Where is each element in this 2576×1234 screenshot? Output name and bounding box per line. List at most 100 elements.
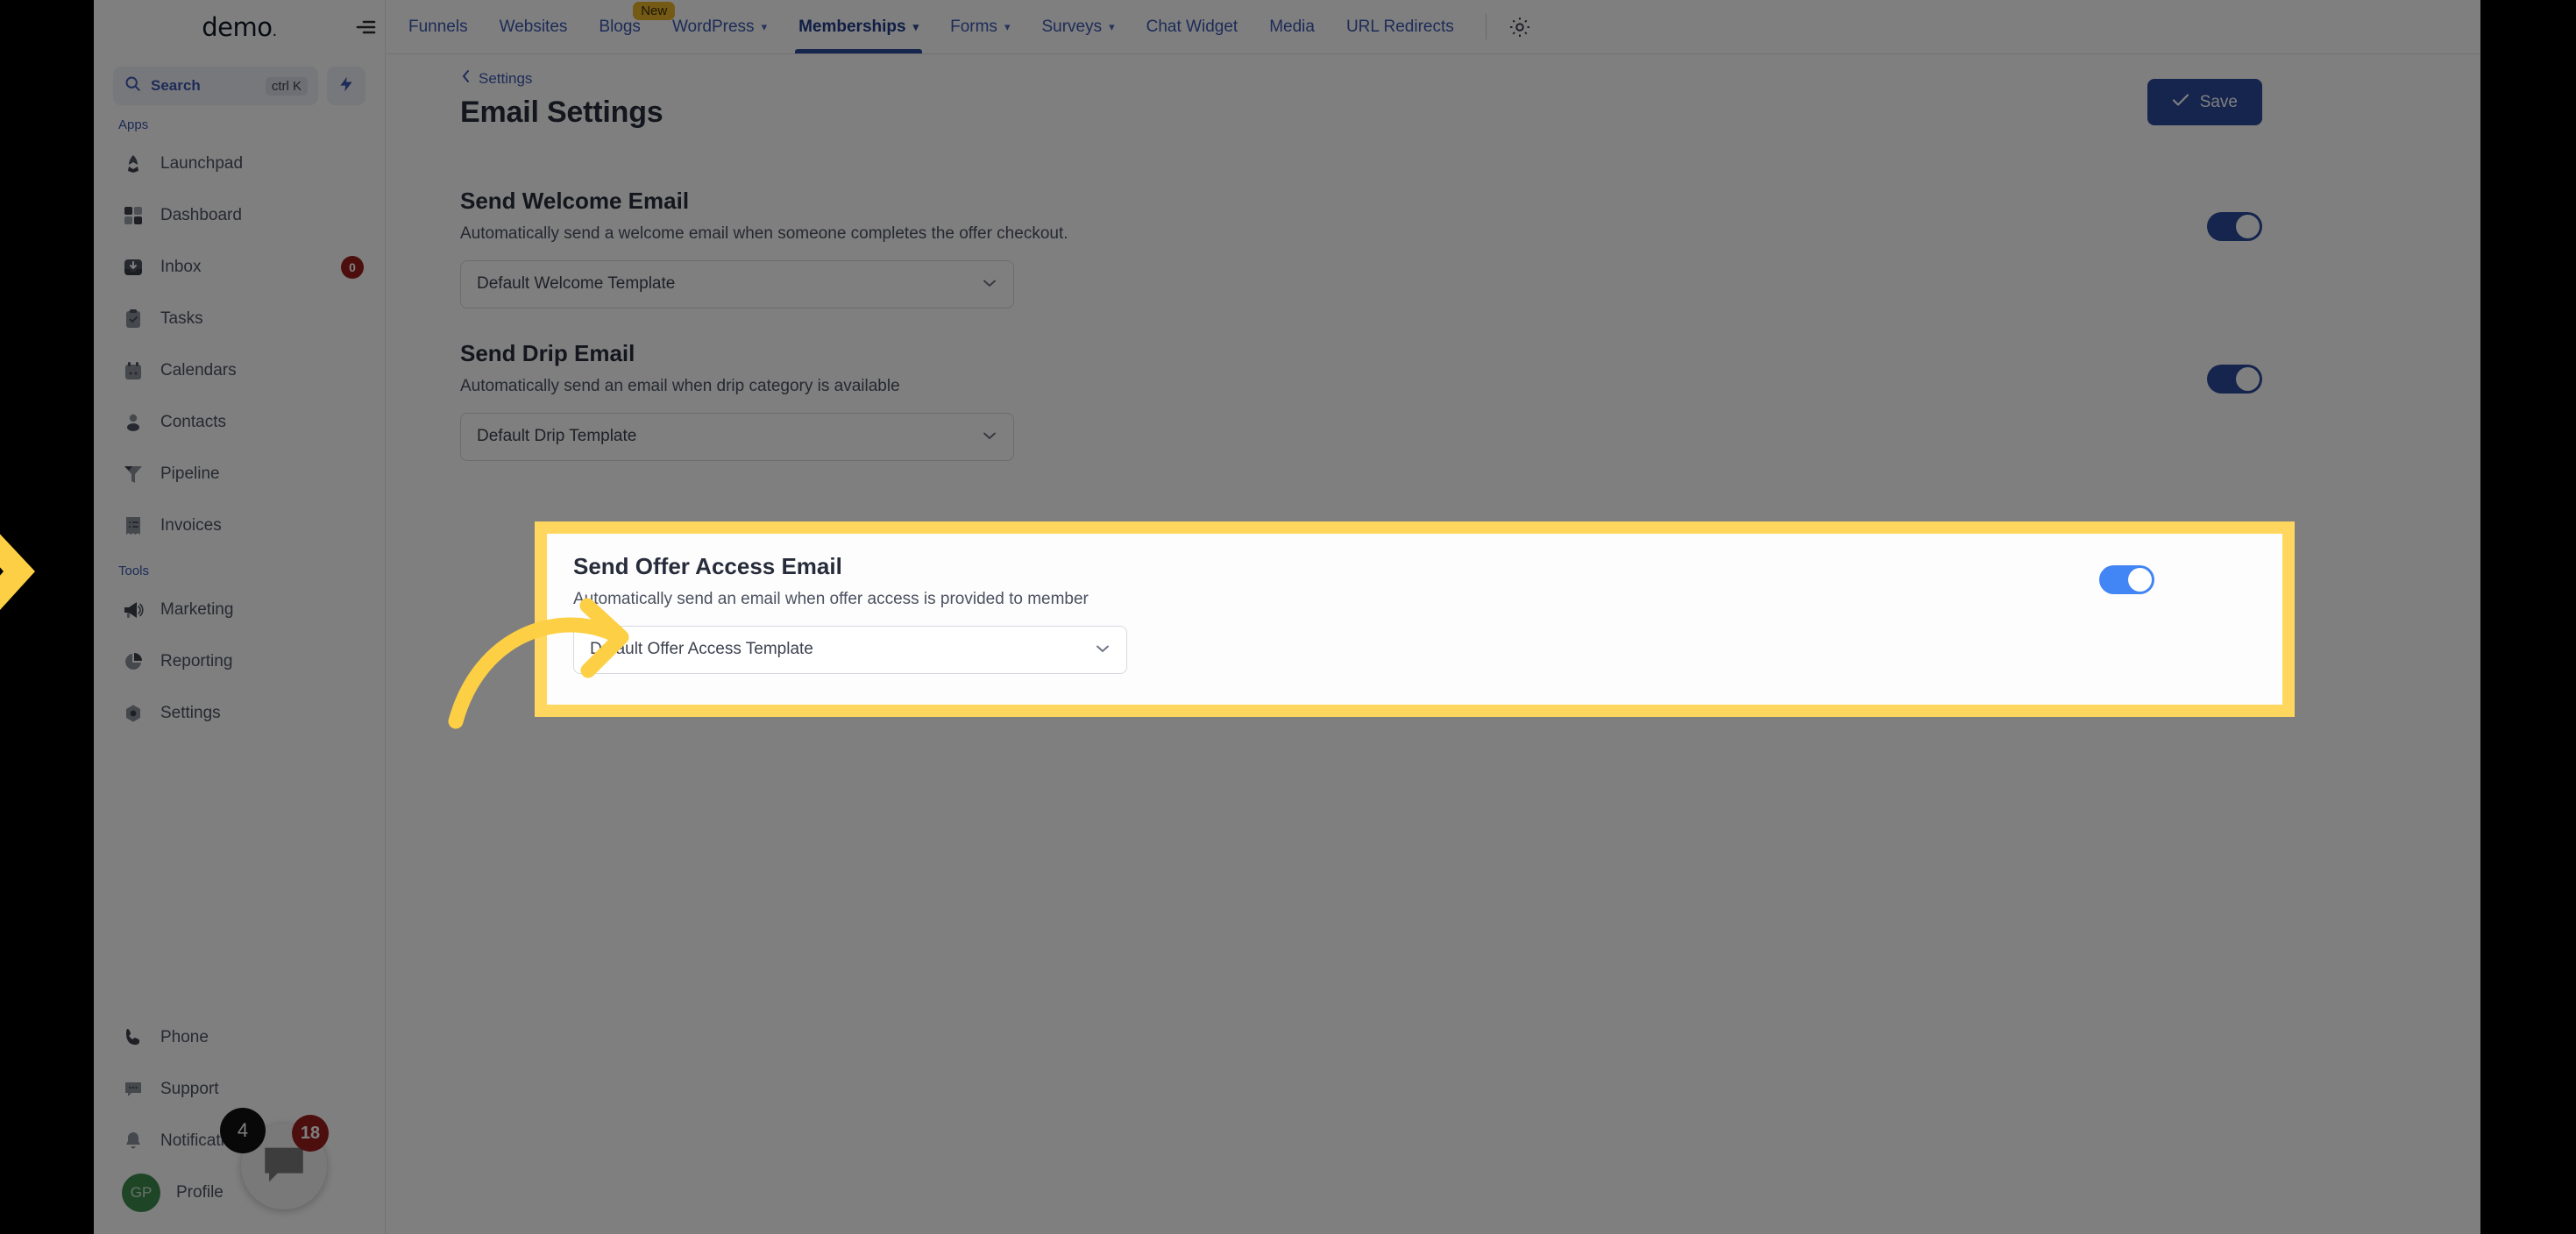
tab-label: Memberships: [798, 17, 906, 36]
sidebar-item-settings[interactable]: Settings: [94, 687, 385, 739]
tab-websites[interactable]: Websites: [484, 0, 584, 53]
tab-label: Chat Widget: [1146, 17, 1238, 36]
setting-main: Send Drip Email Automatically send an em…: [460, 340, 1687, 461]
sidebar-item-launchpad[interactable]: Launchpad: [94, 138, 385, 189]
toggle-knob: [2128, 568, 2152, 592]
rocket-icon: [122, 152, 145, 175]
setting-description: Automatically send a welcome email when …: [460, 224, 1068, 243]
setting-description: Automatically send an email when offer a…: [573, 590, 1089, 608]
template-select[interactable]: Default Offer Access Template: [573, 625, 1127, 674]
sidebar-item-label: Settings: [160, 703, 221, 722]
sidebar-item-label: Tasks: [160, 308, 203, 328]
chevron-down-icon: ▾: [1004, 19, 1011, 33]
sidebar-item-label: Marketing: [160, 599, 234, 619]
toggle-knob: [2236, 366, 2260, 391]
sidebar-item-label: Dashboard: [160, 205, 242, 224]
template-select[interactable]: Default Welcome Template: [460, 259, 1014, 308]
sidebar-item-pipeline[interactable]: Pipeline: [94, 448, 385, 500]
sidebar-item-tasks[interactable]: Tasks: [94, 293, 385, 344]
lightning-bolt-icon: [337, 74, 355, 99]
chat-dots-icon: [122, 1078, 145, 1101]
sidebar-item-phone[interactable]: Phone: [94, 1011, 385, 1063]
setting-main: Send Offer Access Email Automatically se…: [573, 553, 1800, 674]
sidebar-item-reporting[interactable]: Reporting: [94, 635, 385, 687]
tab-url-redirects[interactable]: URL Redirects: [1331, 0, 1470, 53]
phone-icon: [122, 1026, 145, 1049]
save-label: Save: [2199, 92, 2238, 111]
sidebar-item-label: Phone: [160, 1027, 209, 1046]
sidebar-item-support[interactable]: Support: [94, 1063, 385, 1115]
brand-wordmark: demo.: [202, 12, 277, 42]
chevron-down-icon: [982, 274, 997, 294]
tab-memberships[interactable]: Memberships ▾: [783, 0, 934, 53]
sidebar-item-inbox[interactable]: Inbox 0: [94, 241, 385, 293]
sidebar-nav: Apps Launchpad Dashboard Inbox 0 Tasks Calenda…: [94, 105, 385, 739]
template-select-value: Default Offer Access Template: [590, 640, 813, 659]
sidebar-item-contacts[interactable]: Contacts: [94, 396, 385, 448]
settings-gear-icon[interactable]: [1495, 0, 1544, 53]
sidebar-item-invoices[interactable]: Invoices: [94, 500, 385, 551]
bell-icon: [122, 1130, 145, 1152]
toggle-knob: [2236, 215, 2260, 238]
clipboard-check-icon: [122, 308, 145, 330]
sidebar-item-profile[interactable]: GP Profile: [94, 1167, 385, 1218]
search-row: Search ctrl K: [94, 67, 385, 105]
nav-divider: [1485, 14, 1487, 39]
template-select-value: Default Drip Template: [477, 427, 637, 446]
search-label: Search: [151, 77, 201, 94]
highlight-frame: Send Offer Access Email Automatically se…: [535, 521, 2295, 717]
setting-description: Automatically send an email when drip ca…: [460, 376, 900, 395]
setting-title: Send Drip Email: [460, 339, 635, 366]
setting-toggle[interactable]: [2207, 212, 2262, 241]
quick-actions-button[interactable]: [327, 67, 365, 105]
search-icon: [124, 74, 142, 97]
breadcrumb-label: Settings: [479, 69, 533, 87]
calendar-icon: [122, 359, 145, 382]
sidebar-item-label: Inbox: [160, 257, 202, 276]
sidebar-item-label: Contacts: [160, 412, 226, 431]
sidebar-item-label: Launchpad: [160, 153, 244, 173]
tab-funnels[interactable]: Funnels: [393, 0, 484, 53]
template-select-value: Default Welcome Template: [477, 274, 676, 294]
sidebar-item-label: Calendars: [160, 360, 237, 379]
chevron-down-icon: ▾: [1109, 19, 1115, 33]
tab-label: Surveys: [1041, 17, 1103, 36]
tab-media[interactable]: Media: [1253, 0, 1331, 53]
chat-unread-badge: 4: [220, 1108, 266, 1153]
template-select[interactable]: Default Drip Template: [460, 412, 1014, 461]
search-input[interactable]: Search ctrl K: [113, 67, 318, 105]
sidebar-item-dashboard[interactable]: Dashboard: [94, 189, 385, 241]
sidebar-section-label: Apps: [118, 117, 149, 132]
sidebar: demo. Search ctrl K Apps Launchpad Dashboa…: [94, 0, 386, 1234]
collapse-menu-icon[interactable]: [347, 0, 386, 53]
setting-toggle[interactable]: [2207, 364, 2262, 394]
tab-label: Websites: [499, 17, 568, 36]
grid-icon: [122, 204, 145, 227]
pie-chart-icon: [122, 650, 145, 673]
top-navigation: Funnels Websites Blogs New WordPress ▾ Members…: [356, 0, 2480, 54]
tab-label: Media: [1269, 17, 1315, 36]
sidebar-item-marketing[interactable]: Marketing: [94, 584, 385, 635]
breadcrumb[interactable]: Settings: [386, 54, 532, 89]
avatar: GP: [122, 1173, 160, 1212]
setting-row: Send Offer Access Email Automatically se…: [547, 534, 2282, 690]
search-shortcut: ctrl K: [265, 76, 308, 96]
brand-logo[interactable]: demo.: [94, 0, 385, 54]
megaphone-icon: [122, 599, 145, 621]
sidebar-item-calendars[interactable]: Calendars: [94, 344, 385, 396]
sidebar-section-label: Tools: [118, 564, 150, 578]
save-button[interactable]: Save: [2147, 79, 2262, 125]
setting-toggle[interactable]: [2099, 565, 2154, 594]
chevron-down-icon: [1095, 640, 1111, 659]
tab-label: URL Redirects: [1345, 17, 1454, 36]
tab-surveys[interactable]: Surveys ▾: [1025, 0, 1130, 53]
setting-main: Send Welcome Email Automatically send a …: [460, 188, 1687, 308]
tab-wordpress[interactable]: WordPress ▾: [656, 0, 783, 53]
sidebar-item-label: Reporting: [160, 651, 233, 670]
nav-tabs: Funnels Websites Blogs New WordPress ▾ Members…: [386, 0, 1470, 53]
tab-forms[interactable]: Forms ▾: [934, 0, 1025, 53]
tab-label: WordPress: [671, 17, 755, 36]
tab-blogs[interactable]: Blogs New: [583, 0, 676, 53]
tab-chat-widget[interactable]: Chat Widget: [1131, 0, 1254, 53]
tab-label: Forms: [950, 17, 997, 36]
